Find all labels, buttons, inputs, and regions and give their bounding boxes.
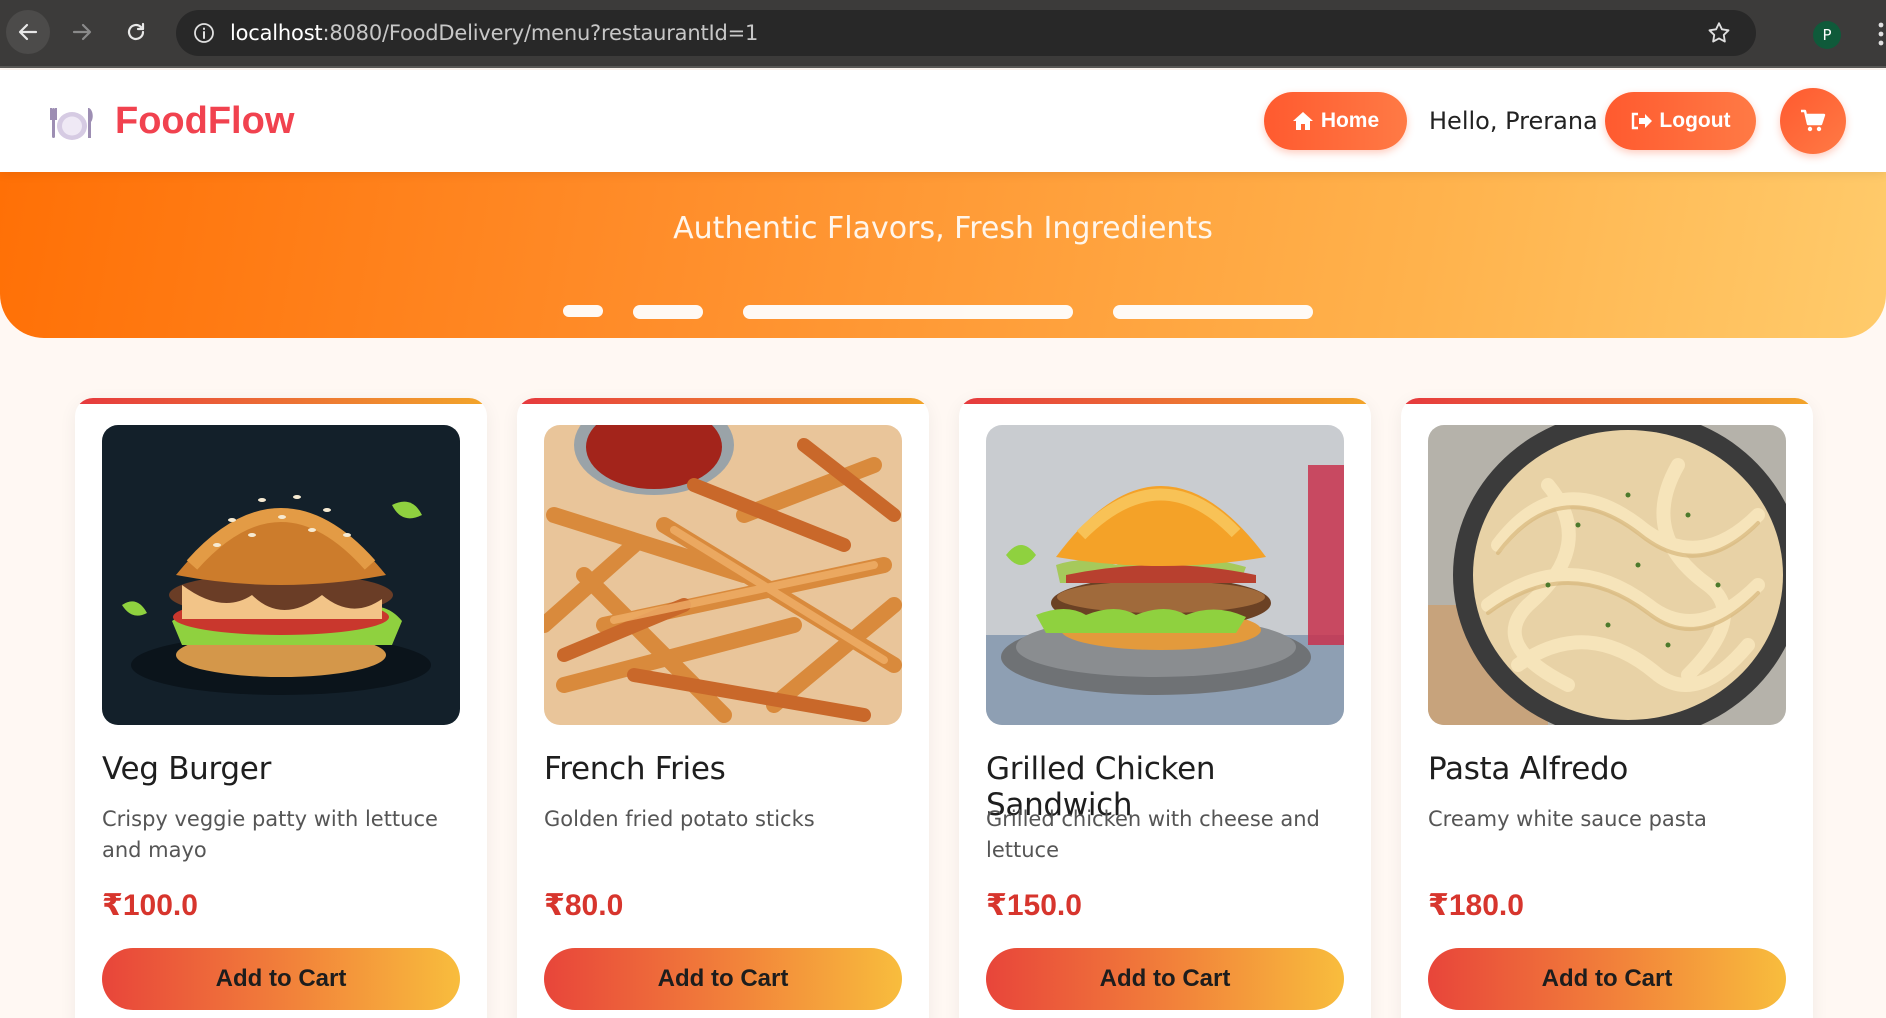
fries-illustration [544,425,902,725]
more-menu-icon[interactable] [1876,20,1886,48]
logout-button[interactable]: Logout [1605,92,1756,150]
add-to-cart-button[interactable]: Add to Cart [544,948,902,1010]
plate-cutlery-icon[interactable] [50,104,94,144]
browser-toolbar: localhost:8080/FoodDelivery/menu?restaur… [0,0,1886,68]
shopping-cart-icon [1801,109,1826,132]
url-host: localhost [230,21,323,45]
add-to-cart-button[interactable]: Add to Cart [1428,948,1786,1010]
hero-title-clipped-glyphs [563,305,1313,319]
back-button[interactable] [6,10,50,54]
menu-card: Grilled Chicken Sandwich Grilled chicken… [959,398,1371,1018]
french-fries-image [544,425,902,725]
arrow-left-icon [18,23,38,41]
logout-label: Logout [1659,109,1731,132]
item-price: ₹150.0 [986,889,1082,922]
pasta-alfredo-image [1428,425,1786,725]
item-name: Veg Burger [102,751,272,787]
sign-out-icon [1632,112,1653,130]
brand-name[interactable]: FoodFlow [115,100,294,143]
home-icon [1292,112,1313,130]
menu-card: French Fries Golden fried potato sticks … [517,398,929,1018]
forward-button[interactable] [60,10,104,54]
profile-avatar[interactable]: P [1813,21,1841,49]
item-price: ₹180.0 [1428,889,1524,922]
item-name: French Fries [544,751,726,787]
add-to-cart-button[interactable]: Add to Cart [986,948,1344,1010]
url-path: :8080/FoodDelivery/menu?restaurantId=1 [322,21,759,45]
reload-button[interactable] [114,10,158,54]
url-text[interactable]: localhost:8080/FoodDelivery/menu?restaur… [230,21,758,45]
item-description: Golden fried potato sticks [544,807,815,831]
hero-title-partial [0,280,1886,338]
menu-card: Veg Burger Crispy veggie patty with lett… [75,398,487,1018]
reload-icon [127,22,145,41]
sandwich-illustration [986,425,1344,725]
item-description: Creamy white sauce pasta [1428,807,1707,831]
pasta-illustration [1428,425,1786,725]
address-bar[interactable]: localhost:8080/FoodDelivery/menu?restaur… [176,10,1756,56]
burger-illustration [102,425,460,725]
item-name: Pasta Alfredo [1428,751,1629,787]
grilled-chicken-sandwich-image [986,425,1344,725]
site-header: FoodFlow Home Hello, Prerana Logout [0,70,1886,172]
veg-burger-image [102,425,460,725]
user-greeting: Hello, Prerana [1429,107,1598,135]
home-button[interactable]: Home [1264,92,1407,150]
hero-banner: Authentic Flavors, Fresh Ingredients [0,160,1886,338]
item-price: ₹80.0 [544,889,624,922]
item-description: Grilled chicken with cheese and lettuce [986,807,1320,862]
bookmark-star-icon[interactable] [1706,20,1732,46]
home-label: Home [1320,109,1380,132]
cart-button[interactable] [1780,88,1846,154]
info-icon[interactable] [192,21,216,45]
add-to-cart-button[interactable]: Add to Cart [102,948,460,1010]
item-price: ₹100.0 [102,889,198,922]
arrow-right-icon [72,23,92,41]
menu-card: Pasta Alfredo Creamy white sauce pasta ₹… [1401,398,1813,1018]
hero-subtitle: Authentic Flavors, Fresh Ingredients [673,211,1213,246]
item-description: Crispy veggie patty with lettuce and may… [102,807,438,862]
